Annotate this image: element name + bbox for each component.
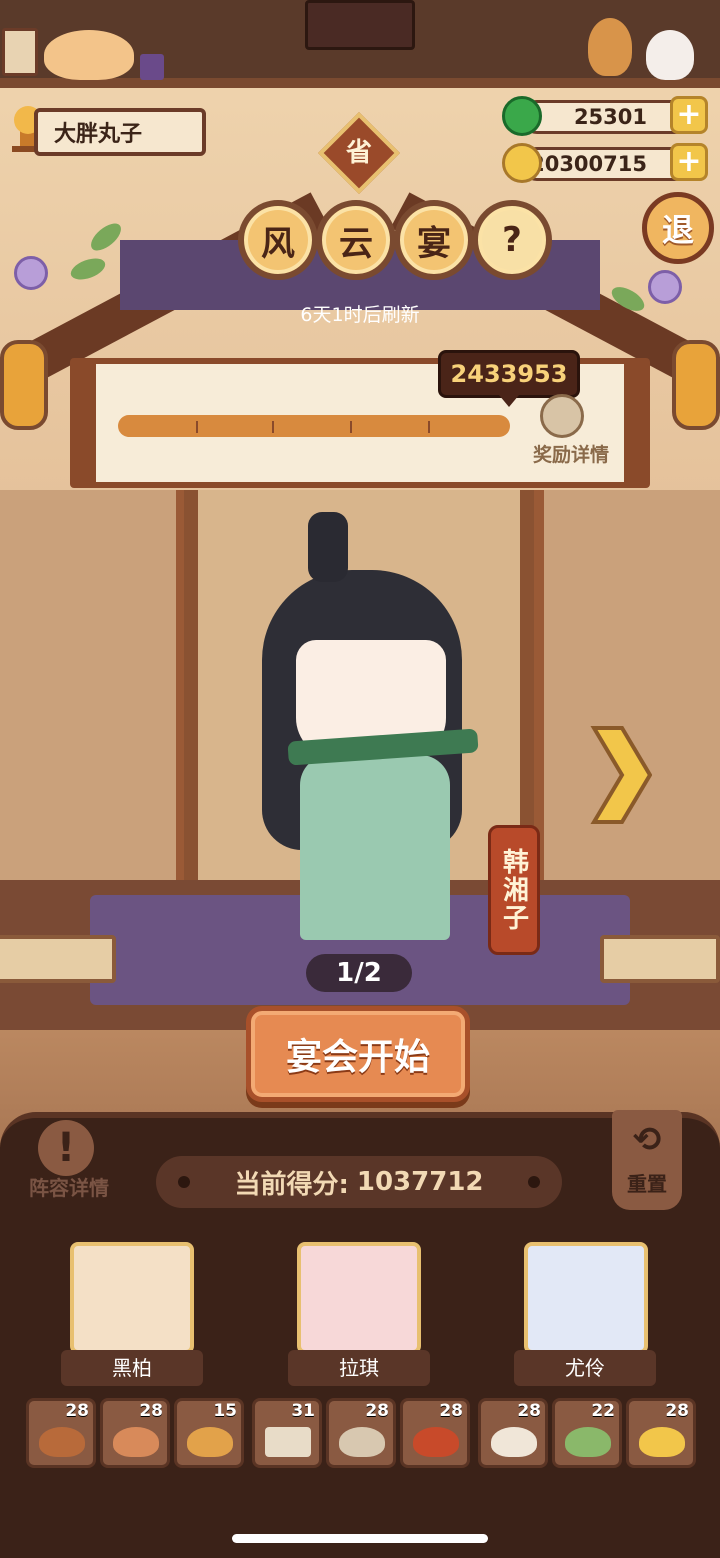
- character-hat: [308, 512, 348, 582]
- dish-slot[interactable]: 28: [26, 1398, 96, 1468]
- lantern-left-icon: [0, 340, 48, 430]
- dish-icon: [113, 1427, 159, 1457]
- dish-icon: [413, 1427, 459, 1457]
- pillar: [184, 490, 198, 890]
- start-banquet-button[interactable]: 宴会开始: [246, 1006, 470, 1102]
- dish-count: 28: [139, 1401, 163, 1421]
- recipe-book-icon: [265, 1427, 311, 1457]
- dish-count: 28: [439, 1401, 463, 1421]
- next-arrow-icon[interactable]: [588, 720, 652, 830]
- dish-icon: [639, 1427, 685, 1457]
- dish-slot[interactable]: 31: [252, 1398, 322, 1468]
- character-robe: [300, 755, 450, 940]
- score-progress-bar: [118, 415, 510, 437]
- hero-portrait[interactable]: [297, 1242, 421, 1354]
- dish-slot[interactable]: 15: [174, 1398, 244, 1468]
- dish-count: 31: [291, 1401, 315, 1421]
- help-button[interactable]: ?: [472, 200, 552, 280]
- reward-detail-button[interactable]: 奖励详情: [524, 440, 618, 467]
- dish-slot[interactable]: 28: [400, 1398, 470, 1468]
- curtain-right: [530, 490, 720, 910]
- add-gold-button[interactable]: +: [670, 143, 708, 181]
- current-score-label: 当前得分:: [234, 1169, 349, 1200]
- curtain-left: [0, 490, 190, 910]
- character-name-tag: 韩湘子: [488, 825, 540, 955]
- game-screen: 大胖丸子 25301 + 20300715 + 省 风 云 宴 ? 退 6天1时…: [0, 0, 720, 1558]
- dish-slot[interactable]: 28: [326, 1398, 396, 1468]
- npc-decoration-icon: [588, 18, 632, 76]
- gift-icon[interactable]: [540, 394, 584, 438]
- dish-icon: [39, 1427, 85, 1457]
- home-indicator[interactable]: [232, 1534, 488, 1543]
- flower-icon: [648, 270, 682, 304]
- dish-count: 28: [665, 1401, 689, 1421]
- dish-slot[interactable]: 28: [100, 1398, 170, 1468]
- exit-button[interactable]: 退: [642, 192, 714, 264]
- jade-currency-value: 25301: [520, 100, 692, 134]
- dish-icon: [187, 1427, 233, 1457]
- title-char-feng: 风: [238, 200, 318, 280]
- gold-coin-icon: [502, 143, 542, 183]
- hero-portrait[interactable]: [524, 1242, 648, 1354]
- hanging-portrait: [305, 0, 415, 50]
- bench-left: [0, 935, 116, 983]
- reset-button[interactable]: ⟲ 重置: [612, 1110, 682, 1210]
- target-score: 2433953: [438, 350, 580, 407]
- dish-count: 28: [65, 1401, 89, 1421]
- cup-icon: [140, 54, 164, 80]
- province-badge-label: 省: [345, 138, 372, 168]
- dish-icon: [491, 1427, 537, 1457]
- add-jade-button[interactable]: +: [670, 96, 708, 134]
- hero-name: 黑柏: [61, 1350, 203, 1386]
- dish-slot[interactable]: 28: [626, 1398, 696, 1468]
- character-page-indicator: 1/2: [306, 954, 412, 992]
- dish-count: 28: [517, 1401, 541, 1421]
- lantern-right-icon: [672, 340, 720, 430]
- player-name[interactable]: 大胖丸子: [34, 108, 206, 156]
- jade-coin-icon: [502, 96, 542, 136]
- paw-frame-icon: [2, 28, 38, 76]
- hero-portrait[interactable]: [70, 1242, 194, 1354]
- dish-icon: [565, 1427, 611, 1457]
- dish-slot[interactable]: 22: [552, 1398, 622, 1468]
- current-score-bar: 当前得分: 1037712: [156, 1156, 562, 1208]
- dish-count: 28: [365, 1401, 389, 1421]
- hero-name: 尤伶: [514, 1350, 656, 1386]
- refresh-timer: 6天1时后刷新: [300, 304, 420, 326]
- reset-label: 重置: [627, 1172, 667, 1196]
- white-cat-decoration-icon: [646, 30, 694, 80]
- dish-count: 15: [213, 1401, 237, 1421]
- recycle-icon: ⟲: [632, 1120, 662, 1160]
- shelf: [0, 78, 720, 88]
- dish-count: 22: [591, 1401, 615, 1421]
- lineup-detail-label: 阵容详情: [29, 1176, 109, 1200]
- flower-icon: [14, 256, 48, 290]
- lineup-detail-button[interactable]: ! 阵容详情: [16, 1118, 122, 1208]
- bench-right: [600, 935, 720, 983]
- dish-slot[interactable]: 28: [478, 1398, 548, 1468]
- title-char-yun: 云: [316, 200, 396, 280]
- cat-decoration-icon: [44, 30, 134, 80]
- current-score-value: 1037712: [356, 1167, 484, 1197]
- exclamation-icon: !: [38, 1120, 94, 1176]
- gold-currency-value: 20300715: [520, 147, 692, 181]
- dish-icon: [339, 1427, 385, 1457]
- hero-name: 拉琪: [288, 1350, 430, 1386]
- title-char-yan: 宴: [394, 200, 474, 280]
